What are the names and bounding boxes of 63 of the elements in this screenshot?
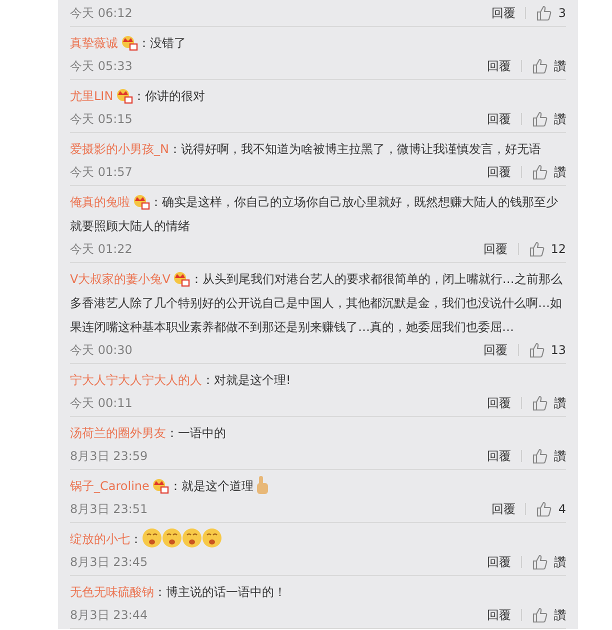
comment-time: 今天 00:11 <box>70 394 134 410</box>
comment-text: 尤里LIN ：你讲的很对 <box>70 87 206 106</box>
comment-time: 今天 00:30 <box>70 342 134 358</box>
comment-text: 爱摄影的小男孩_N：说得好啊，我不知道为啥被博主拉黑了，微博让我谨慎发言，好无语 <box>70 141 542 158</box>
like-button[interactable]: 讚 <box>532 394 566 410</box>
comment-time: 今天 01:22 <box>70 240 134 256</box>
reply-link[interactable]: 回覆 <box>487 606 511 622</box>
comment-time: 今天 05:15 <box>70 110 134 126</box>
comment-time: 今天 06:12 <box>70 4 134 20</box>
face-emoji-icon <box>202 528 222 548</box>
reply-link[interactable]: 回覆 <box>491 500 516 516</box>
face-emoji-icon <box>162 528 182 548</box>
thumbs-up-icon <box>532 448 548 464</box>
vip-crown-icon <box>151 478 170 494</box>
like-button[interactable]: 讚 <box>532 554 566 570</box>
vip-crown-icon <box>115 88 134 104</box>
comment-time: 8月3日 23:45 <box>70 554 149 570</box>
like-button[interactable]: 4 <box>536 500 566 516</box>
thumbs-up-icon <box>532 606 548 622</box>
comment-text: 无色无味硫酸钠：博主说的话一语中的！ <box>70 584 287 601</box>
like-button[interactable]: 讚 <box>532 448 566 464</box>
reply-link[interactable]: 回覆 <box>484 342 508 358</box>
comment-time: 8月3日 23:44 <box>70 606 149 622</box>
comment-text: V大叔家的萋小兔V ：从头到尾我们对港台艺人的要求都很简单的，闭上嘴就行…之前那么多香港艺人除了几个特别好的公开说自己是中国人，其他都沉默是金，我们也没说什么啊…如果连闭嘴这种基本职业素养都做不到那还是别来赚钱了…真的，她委屈我们也委屈… <box>70 270 564 336</box>
comment-text: 俺真的兔啦 ：确实是这样，你自己的立场你自己放心里就好，既然想赚大陆人的钱那至少就要照顾大陆人的情绪 <box>70 193 559 235</box>
reply-link[interactable]: 回覆 <box>487 110 511 126</box>
like-button[interactable]: 讚 <box>532 606 566 622</box>
vip-crown-icon <box>172 271 190 287</box>
reply-link[interactable]: 回覆 <box>487 394 511 410</box>
thumbs-up-icon <box>528 240 545 256</box>
like-button[interactable]: 讚 <box>532 110 566 126</box>
face-emoji-icon <box>182 528 202 548</box>
comment-text: 宁大人宁大人宁大人的人：对就是这个理! <box>70 372 292 389</box>
comment-text: 真挚薇诚 ：没错了 <box>70 34 187 53</box>
reply-link[interactable]: 回覆 <box>487 58 511 74</box>
comment-text: 绽放的小七： <box>70 527 566 551</box>
thumbs-up-icon <box>536 4 552 20</box>
comment-text: 汤荷兰的圈外男友：一语中的 <box>70 425 227 442</box>
face-emoji-icon <box>142 528 162 548</box>
reply-link[interactable]: 回覆 <box>487 448 511 464</box>
comment-text: 锅子_Caroline ：就是这个道理 <box>70 474 566 498</box>
thumbs-up-icon <box>528 342 545 358</box>
vip-crown-icon <box>120 35 138 51</box>
comment-time: 今天 01:57 <box>70 164 134 180</box>
thumbs-up-icon <box>532 394 548 410</box>
reply-link[interactable]: 回覆 <box>487 554 511 570</box>
thumbs-up-icon <box>532 164 548 180</box>
like-button[interactable]: 13 <box>528 342 566 358</box>
thumbs-up-icon <box>536 500 552 516</box>
thumbs-up-icon <box>532 554 548 570</box>
like-button[interactable]: 讚 <box>532 58 566 74</box>
like-button[interactable]: 3 <box>536 4 566 20</box>
reply-link[interactable]: 回覆 <box>487 164 511 180</box>
thumbs-up-icon <box>532 110 548 126</box>
vip-crown-icon <box>132 194 150 210</box>
like-button[interactable]: 12 <box>528 240 566 256</box>
reply-link[interactable]: 回覆 <box>484 240 508 256</box>
reply-link[interactable]: 回覆 <box>491 4 516 20</box>
comment-time: 今天 05:33 <box>70 58 134 74</box>
like-button[interactable]: 讚 <box>532 164 566 180</box>
thumbs-up-icon <box>532 58 548 74</box>
comment-time: 8月3日 23:51 <box>70 500 149 516</box>
comment-time: 8月3日 23:59 <box>70 448 149 464</box>
